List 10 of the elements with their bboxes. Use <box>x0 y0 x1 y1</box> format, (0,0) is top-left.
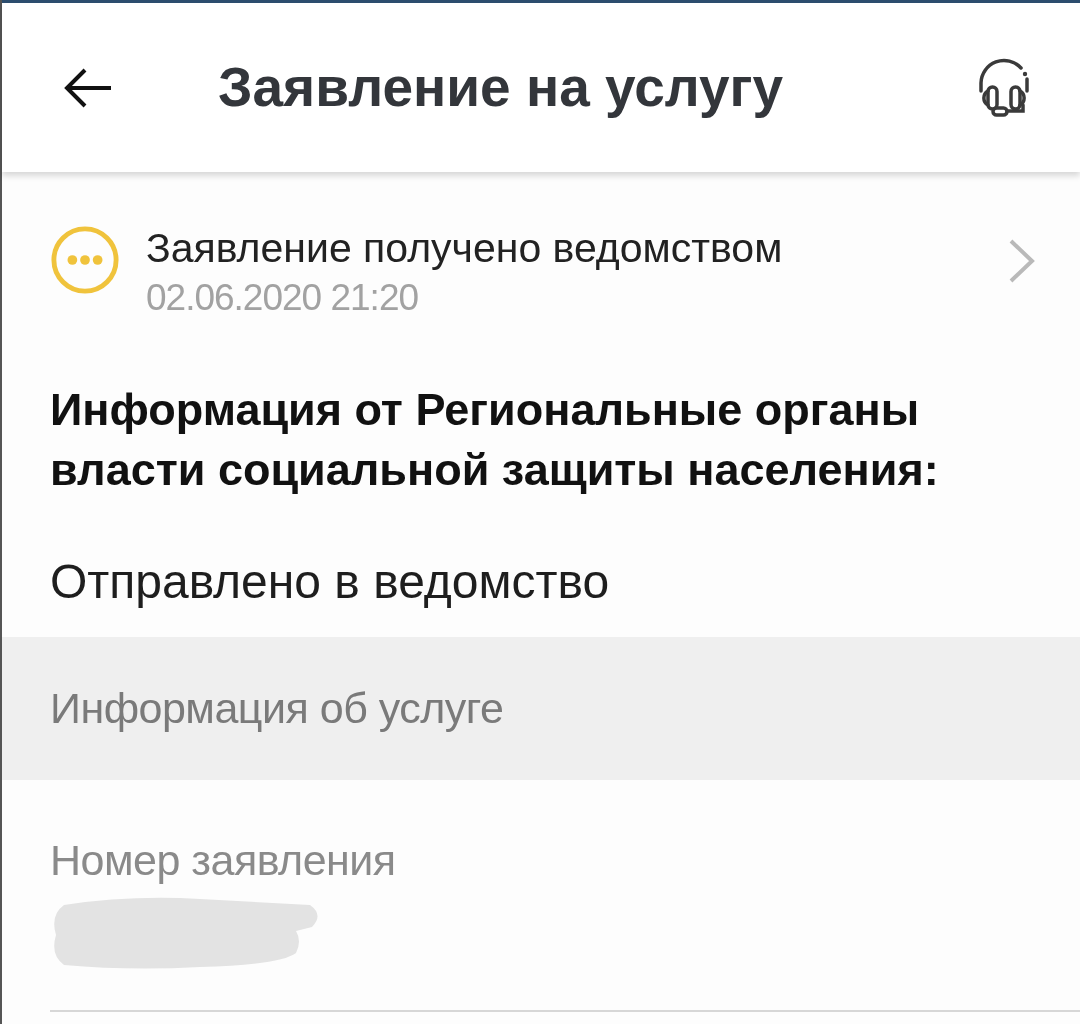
info-heading: Информация от Региональные органы власти социальной защиты населения: <box>50 383 940 497</box>
field-label: Номер заявления <box>50 835 396 885</box>
screen-title: Заявление на услугу <box>218 55 784 121</box>
back-arrow-icon <box>63 67 113 108</box>
section-title: Информация об услуге <box>50 683 504 735</box>
status-row[interactable]: Заявление получено ведомством 02.06.2020 21:20 <box>2 172 1080 324</box>
chevron-right-icon <box>1008 238 1036 284</box>
status-title: Заявление получено ведомством <box>146 224 783 272</box>
info-text: Отправлено в ведомство <box>50 554 611 610</box>
status-date: 02.06.2020 21:20 <box>146 276 420 320</box>
